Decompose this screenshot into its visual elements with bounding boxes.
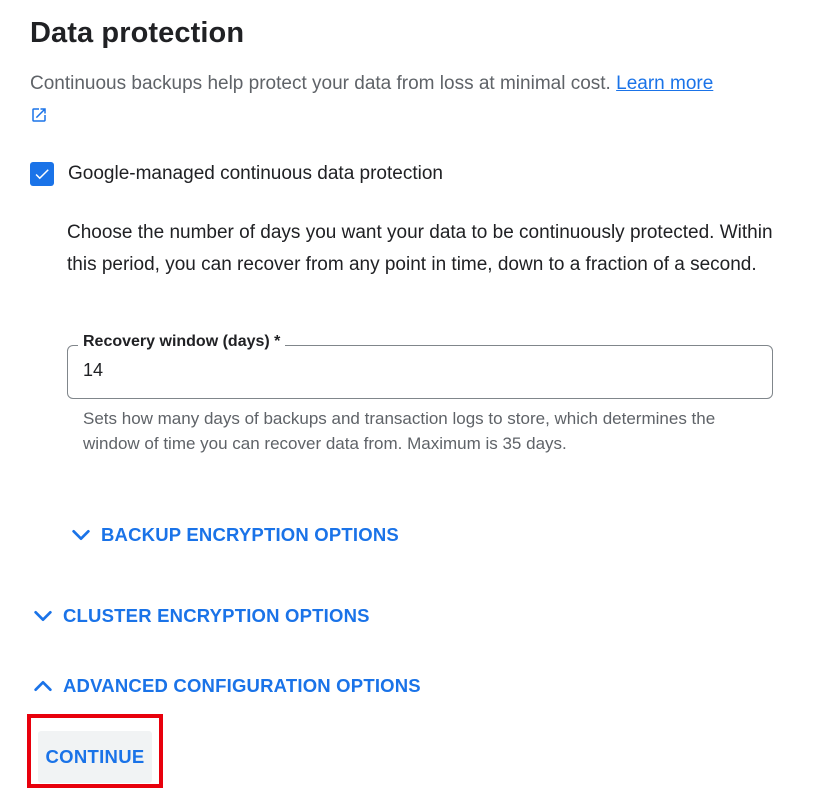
continuous-protection-checkbox[interactable] xyxy=(30,162,54,186)
recovery-window-helper: Sets how many days of backups and transa… xyxy=(83,409,716,453)
recovery-window-label: Recovery window (days) * xyxy=(78,333,286,351)
open-in-new-icon[interactable] xyxy=(30,106,48,124)
backup-encryption-label: BACKUP ENCRYPTION OPTIONS xyxy=(101,524,399,545)
continue-button[interactable]: CONTINUE xyxy=(38,731,152,783)
intro-description: Continuous backups help protect your dat… xyxy=(30,73,611,94)
recovery-window-input[interactable] xyxy=(83,360,683,381)
chevron-down-icon xyxy=(72,529,90,541)
chevron-up-icon xyxy=(34,680,52,692)
checkmark-icon xyxy=(35,169,49,180)
continuous-protection-row: Google-managed continuous data protectio… xyxy=(30,162,443,186)
recovery-window-field[interactable]: Recovery window (days) * xyxy=(67,333,773,399)
backup-encryption-expander[interactable]: BACKUP ENCRYPTION OPTIONS xyxy=(70,524,399,546)
learn-more-link[interactable]: Learn more xyxy=(616,73,713,94)
advanced-configuration-expander[interactable]: ADVANCED CONFIGURATION OPTIONS xyxy=(32,675,421,697)
data-protection-panel: Data protection Continuous backups help … xyxy=(0,0,813,805)
advanced-configuration-label: ADVANCED CONFIGURATION OPTIONS xyxy=(63,675,421,696)
intro-text: Continuous backups help protect your dat… xyxy=(30,71,790,97)
continuous-protection-label[interactable]: Google-managed continuous data protectio… xyxy=(68,163,443,185)
cluster-encryption-label: CLUSTER ENCRYPTION OPTIONS xyxy=(63,605,370,626)
chevron-down-icon xyxy=(34,610,52,622)
section-title: Data protection xyxy=(30,17,245,49)
protection-description: Choose the number of days you want your … xyxy=(67,222,773,275)
cluster-encryption-expander[interactable]: CLUSTER ENCRYPTION OPTIONS xyxy=(32,605,370,627)
